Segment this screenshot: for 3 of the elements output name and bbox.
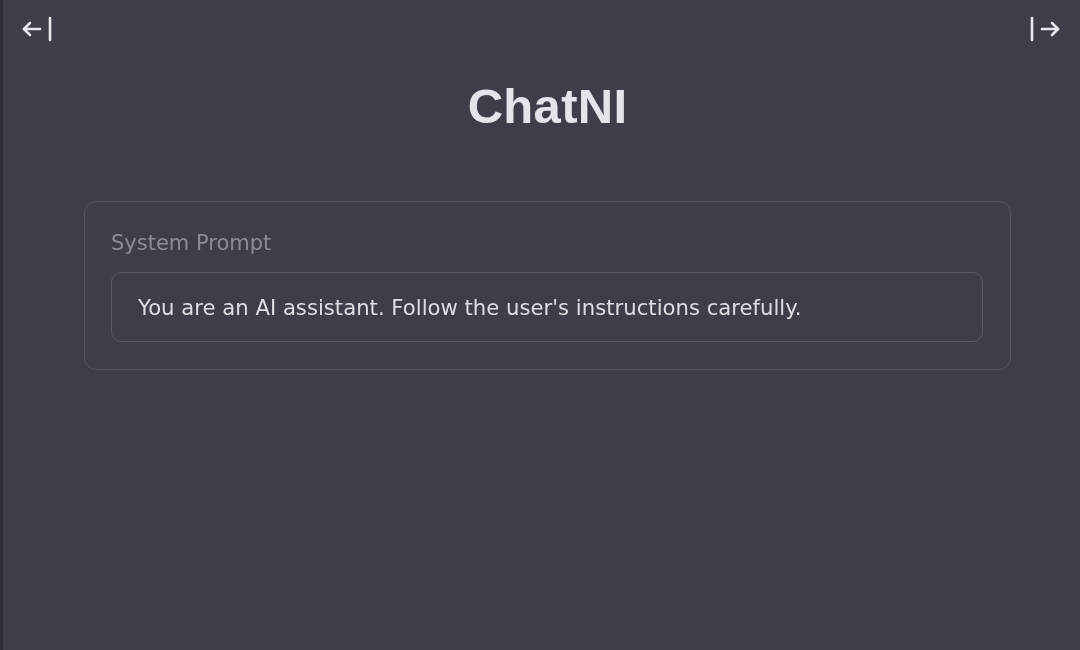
system-prompt-label: System Prompt <box>111 230 272 256</box>
system-prompt-field[interactable]: You are an AI assistant. Follow the user's instructions carefully. <box>111 272 983 342</box>
app-title: ChatNI <box>467 78 628 134</box>
